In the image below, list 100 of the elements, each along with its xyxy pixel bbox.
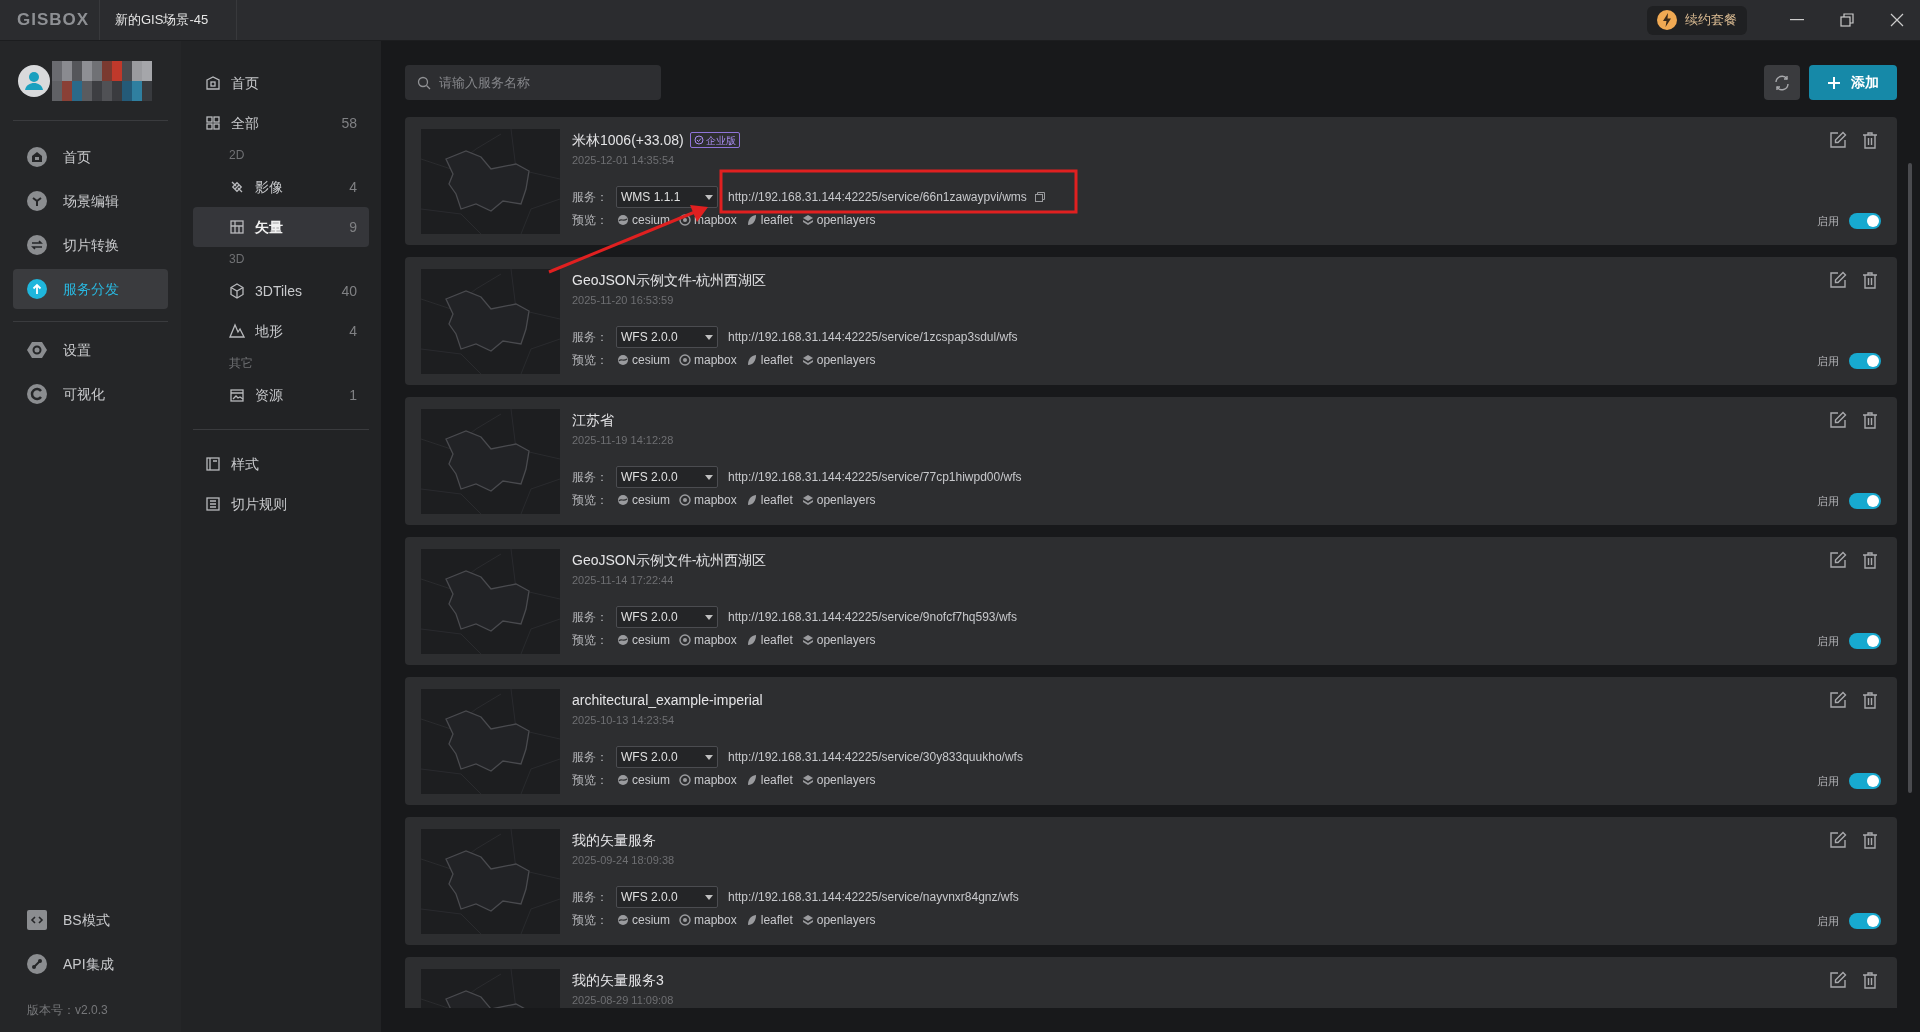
preview-icon (801, 774, 814, 786)
preview-link[interactable]: leaflet (745, 631, 793, 649)
preview-link[interactable]: leaflet (745, 491, 793, 509)
preview-link[interactable]: mapbox (679, 491, 737, 509)
preview-link[interactable]: cesium (617, 351, 670, 369)
refresh-button[interactable] (1764, 65, 1800, 100)
field-label: 预览： (572, 352, 608, 369)
edit-icon (1829, 691, 1847, 709)
service-date: 2025-10-13 14:23:54 (572, 712, 675, 728)
nav-item[interactable]: API集成 (13, 944, 168, 984)
search-icon (417, 76, 431, 90)
preview-link[interactable]: mapbox (679, 631, 737, 649)
category-item[interactable]: 地形 4 (193, 311, 369, 351)
restore-icon (1837, 10, 1857, 30)
plus-icon (1827, 75, 1841, 90)
service-url[interactable]: http://192.168.31.144:42225/service/1zcspap3sdul/wfs (728, 328, 1018, 346)
preview-icon (679, 914, 691, 926)
cube-icon (229, 283, 245, 299)
nav-item[interactable]: BS模式 (13, 900, 168, 940)
service-url[interactable]: http://192.168.31.144:42225/service/9nofcf7hq593/wfs (728, 608, 1017, 626)
nav-item[interactable]: 可视化 (13, 374, 168, 414)
preview-link[interactable]: openlayers (801, 351, 876, 369)
enable-toggle[interactable] (1849, 912, 1881, 929)
preview-link[interactable]: openlayers (801, 211, 876, 229)
restore-button[interactable] (1837, 10, 1857, 30)
preview-icon (745, 914, 758, 926)
book-icon (205, 456, 221, 472)
service-title: 米林1006(+33.08) (572, 130, 684, 150)
service-type-select[interactable]: WFS 2.0.0 (616, 466, 718, 488)
c-letter-icon (27, 384, 47, 404)
preview-link[interactable]: cesium (617, 491, 670, 509)
preview-link[interactable]: mapbox (679, 211, 737, 229)
preview-link[interactable]: mapbox (679, 771, 737, 789)
service-type-select[interactable]: WFS 2.0.0 (616, 606, 718, 628)
scene-tab[interactable]: 新的GIS场景-45 (115, 10, 209, 30)
service-url[interactable]: http://192.168.31.144:42225/service/nayvnxr84gnz/wfs (728, 888, 1019, 906)
service-type-select[interactable]: WFS 2.0.0 (616, 886, 718, 908)
nav-item[interactable]: 服务分发 (13, 269, 168, 309)
preview-link[interactable]: cesium (617, 211, 670, 229)
delete-icon (1861, 971, 1879, 989)
nav-item[interactable]: 场景编辑 (13, 181, 168, 221)
category-item[interactable]: 切片规则 (193, 484, 369, 524)
category-item[interactable]: 资源 1 (193, 375, 369, 415)
add-button[interactable]: 添加 (1809, 65, 1897, 100)
preview-icon (801, 914, 814, 926)
preview-link[interactable]: openlayers (801, 771, 876, 789)
renew-button[interactable]: 续约套餐 (1647, 5, 1747, 35)
category-item[interactable]: 首页 (193, 63, 369, 103)
service-type-select[interactable]: WFS 2.0.0 (616, 326, 718, 348)
toggle-label: 启用 (1817, 633, 1839, 649)
service-type-select[interactable]: WMS 1.1.1 (616, 186, 718, 208)
delete-icon (1861, 131, 1879, 149)
category-item[interactable]: 全部 58 (193, 103, 369, 143)
preview-link[interactable]: leaflet (745, 211, 793, 229)
preview-icon (617, 494, 629, 506)
preview-link[interactable]: leaflet (745, 771, 793, 789)
service-url[interactable]: http://192.168.31.144:42225/service/66n1zawaypvi/wms (728, 188, 1027, 206)
field-label: 服务： (572, 189, 609, 206)
preview-icon (801, 214, 814, 226)
upload-icon (27, 279, 47, 299)
app-logo: GISBOX (17, 9, 90, 32)
enable-toggle[interactable] (1849, 772, 1881, 789)
enable-toggle[interactable] (1849, 632, 1881, 649)
preview-link[interactable]: cesium (617, 911, 670, 929)
search-field[interactable]: 请输入服务名称 (405, 65, 661, 100)
nav-item[interactable]: 切片转换 (13, 225, 168, 265)
preview-link[interactable]: leaflet (745, 911, 793, 929)
preview-link[interactable]: mapbox (679, 911, 737, 929)
preview-link[interactable]: mapbox (679, 351, 737, 369)
preview-link[interactable]: openlayers (801, 631, 876, 649)
preview-icon (679, 494, 691, 506)
preview-link[interactable]: cesium (617, 631, 670, 649)
preview-link[interactable]: openlayers (801, 491, 876, 509)
service-title: 我的矢量服务 (572, 830, 656, 850)
edit-icon (1829, 551, 1847, 569)
preview-icon (745, 354, 758, 366)
category-item[interactable]: 3DTiles 40 (193, 271, 369, 311)
nav-item[interactable]: 首页 (13, 137, 168, 177)
category-item[interactable]: 样式 (193, 444, 369, 484)
image-icon (229, 387, 245, 403)
map-grid-icon (229, 219, 245, 235)
toggle-label: 启用 (1817, 353, 1839, 369)
preview-icon (801, 634, 814, 646)
scrollbar[interactable] (1908, 163, 1912, 793)
service-url[interactable]: http://192.168.31.144:42225/service/77cp1hiwpd00/wfs (728, 468, 1022, 486)
enable-toggle[interactable] (1849, 492, 1881, 509)
group-heading: 3D (229, 251, 245, 268)
nav-item[interactable]: 设置 (13, 330, 168, 370)
category-item[interactable]: 影像 4 (193, 167, 369, 207)
preview-link[interactable]: leaflet (745, 351, 793, 369)
preview-link[interactable]: openlayers (801, 911, 876, 929)
preview-link[interactable]: cesium (617, 771, 670, 789)
enable-toggle[interactable] (1849, 352, 1881, 369)
service-type-select[interactable]: WFS 2.0.0 (616, 746, 718, 768)
settings-icon (27, 340, 47, 360)
category-item[interactable]: 矢量 9 (193, 207, 369, 247)
home-icon (205, 75, 221, 91)
satellite-icon (229, 179, 245, 195)
service-url[interactable]: http://192.168.31.144:42225/service/30y833quukho/wfs (728, 748, 1023, 766)
enable-toggle[interactable] (1849, 212, 1881, 229)
